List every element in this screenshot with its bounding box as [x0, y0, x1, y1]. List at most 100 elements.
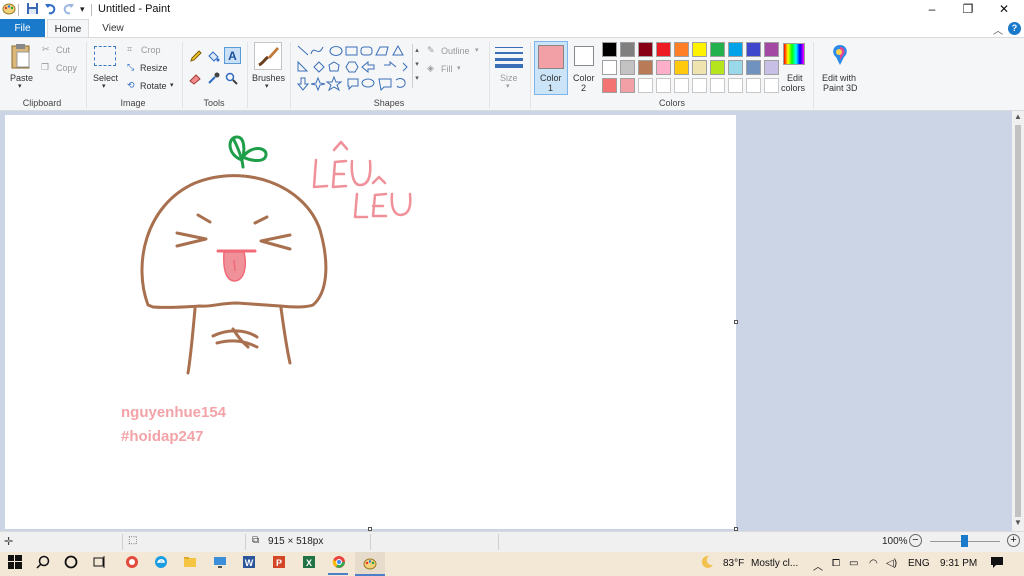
undo-icon[interactable] [44, 2, 57, 16]
outline-button[interactable]: Outline [441, 46, 470, 56]
crop-button[interactable]: Crop [141, 45, 161, 55]
paint-app-icon[interactable] [2, 2, 16, 16]
edit-colors-icon[interactable] [783, 43, 805, 65]
edge-browser-icon[interactable] [152, 555, 170, 573]
palette-swatch[interactable] [692, 78, 707, 93]
weather-moon-icon[interactable] [698, 555, 716, 573]
palette-swatch[interactable] [620, 78, 635, 93]
pencil-icon[interactable] [189, 50, 202, 66]
scroll-up-icon[interactable]: ▲ [1014, 112, 1022, 121]
file-explorer-icon[interactable] [181, 555, 199, 573]
zoom-slider-thumb[interactable] [961, 535, 968, 547]
edit-colors-line2[interactable]: colors [781, 83, 805, 93]
paste-dropdown-icon[interactable]: ▾ [18, 82, 22, 90]
palette-swatch[interactable] [620, 42, 635, 57]
canvas-resize-handle-right[interactable] [734, 320, 738, 324]
fill-dropdown-icon[interactable]: ▾ [457, 64, 461, 72]
palette-swatch[interactable] [764, 42, 779, 57]
size-dropdown-icon[interactable]: ▾ [506, 82, 510, 90]
copy-button[interactable]: Copy [56, 63, 77, 73]
palette-swatch[interactable] [638, 60, 653, 75]
palette-swatch[interactable] [692, 42, 707, 57]
palette-swatch[interactable] [674, 60, 689, 75]
app-icon-red[interactable] [123, 555, 141, 573]
restore-button[interactable]: ❐ [950, 0, 986, 19]
weather-temp[interactable]: 83°F [723, 558, 744, 569]
edit-colors-line1[interactable]: Edit [787, 73, 803, 83]
rotate-button[interactable]: Rotate [140, 81, 167, 91]
outline-dropdown-icon[interactable]: ▾ [475, 46, 479, 54]
this-pc-icon[interactable] [211, 555, 229, 573]
zoom-in-button[interactable]: + [1007, 534, 1020, 547]
zoom-out-button[interactable]: − [909, 534, 922, 547]
select-dropdown-icon[interactable]: ▾ [102, 82, 106, 90]
resize-button[interactable]: Resize [140, 63, 168, 73]
drawing-canvas[interactable]: nguyenhue154 #hoidap247 [5, 115, 736, 529]
cortana-icon[interactable] [62, 555, 80, 573]
customize-toolbar-icon[interactable]: ▾ [80, 2, 85, 16]
palette-swatch[interactable] [692, 60, 707, 75]
brushes-button[interactable] [254, 42, 282, 70]
language-indicator[interactable]: ENG [908, 558, 930, 569]
palette-swatch[interactable] [656, 60, 671, 75]
paint-taskbar-button[interactable] [355, 552, 385, 576]
palette-swatch[interactable] [602, 78, 617, 93]
palette-swatch[interactable] [764, 60, 779, 75]
redo-icon[interactable] [62, 2, 75, 16]
palette-swatch[interactable] [710, 78, 725, 93]
wifi-icon[interactable]: ◠ [869, 558, 878, 569]
palette-swatch[interactable] [710, 42, 725, 57]
brushes-dropdown-icon[interactable]: ▾ [265, 82, 269, 90]
scroll-thumb[interactable] [1015, 125, 1021, 517]
palette-swatch[interactable] [764, 78, 779, 93]
color-picker-icon[interactable] [207, 72, 220, 88]
palette-swatch[interactable] [728, 60, 743, 75]
palette-swatch[interactable] [746, 78, 761, 93]
rotate-dropdown-icon[interactable]: ▾ [170, 81, 174, 89]
fill-button[interactable]: Fill [441, 64, 453, 74]
search-icon[interactable] [34, 555, 52, 573]
paint3d-line1[interactable]: Edit with [822, 73, 856, 83]
palette-swatch[interactable] [728, 78, 743, 93]
cut-button[interactable]: Cut [56, 45, 70, 55]
notifications-icon[interactable] [988, 555, 1006, 573]
vertical-scrollbar[interactable]: ▲ ▼ [1012, 111, 1024, 531]
close-button[interactable]: ✕ [986, 0, 1022, 19]
weather-desc[interactable]: Mostly cl... [751, 558, 798, 569]
palette-swatch[interactable] [746, 60, 761, 75]
volume-icon[interactable]: ◁) [886, 558, 897, 569]
show-hidden-icons-icon[interactable]: ︿ [813, 558, 823, 573]
color2-button[interactable] [574, 46, 594, 66]
start-windows-icon[interactable] [6, 555, 24, 573]
fill-bucket-icon[interactable] [207, 50, 220, 66]
minimize-button[interactable]: – [914, 0, 950, 19]
text-tool-icon[interactable]: A [224, 47, 241, 64]
palette-swatch[interactable] [602, 42, 617, 57]
palette-swatch[interactable] [746, 42, 761, 57]
paint3d-line2[interactable]: Paint 3D [823, 83, 858, 93]
word-icon[interactable]: W [240, 555, 258, 573]
palette-swatch[interactable] [638, 42, 653, 57]
powerpoint-icon[interactable]: P [270, 555, 288, 573]
excel-icon[interactable]: X [300, 555, 318, 573]
help-icon[interactable]: ? [1008, 22, 1021, 35]
select-icon[interactable] [94, 46, 116, 66]
battery-icon[interactable]: ▭ [849, 558, 858, 569]
palette-swatch[interactable] [656, 42, 671, 57]
tab-file[interactable]: File [0, 19, 45, 38]
paint3d-icon[interactable] [829, 43, 851, 70]
collapse-ribbon-icon[interactable]: ︿ [993, 22, 1003, 37]
palette-swatch[interactable] [602, 60, 617, 75]
palette-swatch[interactable] [710, 60, 725, 75]
scroll-down-icon[interactable]: ▼ [1014, 518, 1022, 527]
task-view-icon[interactable] [90, 555, 108, 573]
palette-swatch[interactable] [638, 78, 653, 93]
paste-button[interactable] [9, 43, 33, 74]
magnifier-icon[interactable] [225, 72, 238, 88]
tab-view[interactable]: View [93, 19, 133, 38]
eraser-icon[interactable] [189, 72, 202, 88]
palette-swatch[interactable] [674, 42, 689, 57]
palette-swatch[interactable] [656, 78, 671, 93]
palette-swatch[interactable] [674, 78, 689, 93]
shapes-gallery[interactable] [296, 44, 418, 92]
